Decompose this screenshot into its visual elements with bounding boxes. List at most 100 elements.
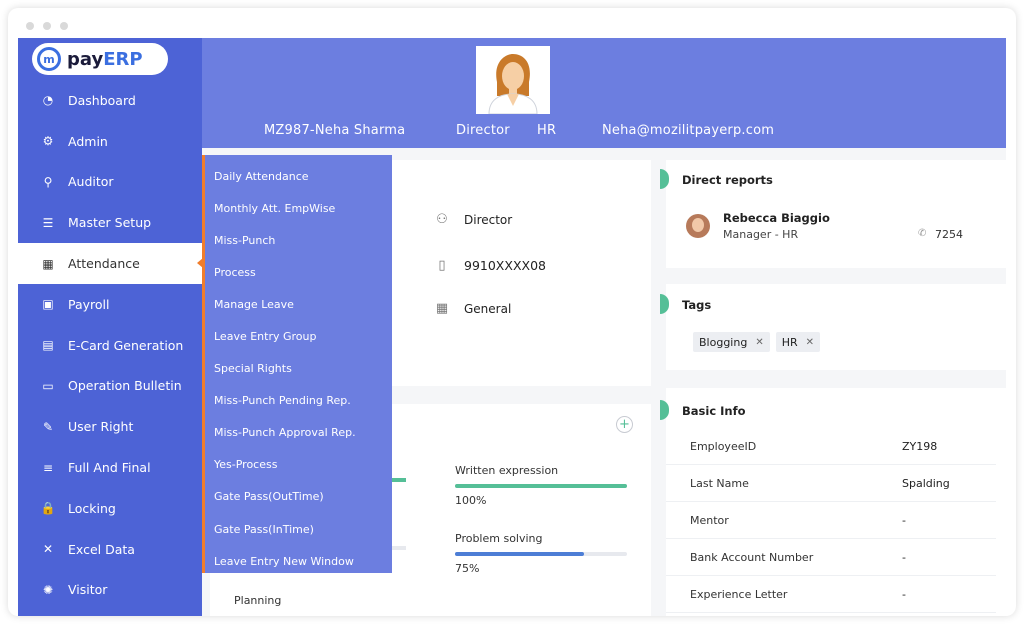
- brand-logo[interactable]: m pay ERP: [32, 43, 168, 75]
- sidebar-item-label: E-Card Generation: [68, 337, 184, 353]
- info-value: ZY198: [902, 439, 938, 453]
- card-accent: [660, 400, 669, 420]
- tag-chip[interactable]: HR ✕: [775, 332, 821, 352]
- id-card-icon: ▤: [42, 338, 54, 353]
- window-dot-minimize[interactable]: [43, 22, 51, 30]
- people-icon: ⚇: [436, 212, 448, 227]
- sidebar-item-dashboard[interactable]: ◔ Dashboard: [18, 80, 202, 121]
- skill-problem-solving: Problem solving 75%: [455, 532, 627, 575]
- sidebar-item-locking[interactable]: 🔒 Locking: [18, 488, 202, 529]
- skill-fill: [455, 552, 584, 556]
- female-avatar-icon: [488, 54, 538, 114]
- skill-planning-label: Planning: [234, 594, 282, 607]
- profile-shift-row: ▦ General: [434, 301, 511, 316]
- sidebar-item-label: Auditor: [68, 174, 114, 190]
- submenu-item-miss-punch[interactable]: Miss-Punch: [205, 224, 392, 256]
- admin-icon: ⚙: [42, 134, 54, 149]
- calendar-icon: ▦: [42, 256, 54, 271]
- sidebar-item-auditor[interactable]: ⚲ Auditor: [18, 162, 202, 203]
- tags-title: Tags: [682, 298, 712, 312]
- profile-header: MZ987-Neha Sharma Director HR Neha@mozil…: [202, 38, 1006, 148]
- sidebar-item-admin[interactable]: ⚙ Admin: [18, 121, 202, 162]
- report-name[interactable]: Rebecca Biaggio: [723, 211, 830, 225]
- add-skill-button[interactable]: +: [616, 416, 633, 433]
- logo-mark-icon: m: [37, 47, 61, 71]
- sidebar-item-excel-data[interactable]: ✕ Excel Data: [18, 529, 202, 570]
- header-email[interactable]: Neha@mozilitpayerp.com: [602, 123, 774, 138]
- sidebar-item-label: Visitor: [68, 582, 108, 598]
- skill-track: [455, 552, 627, 556]
- sidebar-item-label: Full And Final: [68, 460, 151, 476]
- info-label: EmployeeID: [690, 439, 757, 453]
- skill-value: 75%: [455, 562, 480, 575]
- sidebar-item-user-right[interactable]: ✎ User Right: [18, 406, 202, 447]
- sidebar-item-label: Locking: [68, 500, 116, 516]
- sidebar-item-label: Attendance: [68, 256, 140, 272]
- submenu-item-daily-attendance[interactable]: Daily Attendance: [205, 160, 392, 192]
- header-department: HR: [537, 123, 557, 138]
- tag-list: Blogging ✕ HR ✕: [693, 332, 826, 352]
- remove-tag-icon[interactable]: ✕: [806, 337, 814, 348]
- profile-shift: General: [464, 301, 512, 316]
- tags-card: Tags Blogging ✕ HR ✕: [660, 284, 1006, 370]
- sidebar-nav: ◔ Dashboard ⚙ Admin ⚲ Auditor ☰ Master Setup ▦ At…: [18, 80, 203, 611]
- sidebar-item-full-and-final[interactable]: ≡ Full And Final: [18, 447, 202, 488]
- profile-phone: 9910XXXX08: [464, 258, 546, 273]
- submenu-item-leave-entry-new-window[interactable]: Leave Entry New Window: [205, 545, 392, 577]
- sidebar-item-visitor[interactable]: ✺ Visitor: [18, 570, 202, 611]
- info-row: Mentor -: [666, 502, 996, 539]
- submenu-item-process[interactable]: Process: [205, 256, 392, 288]
- direct-reports-card: Direct reports Rebecca Biaggio Manager -…: [660, 160, 1006, 268]
- sidebar-item-label: Master Setup: [68, 215, 152, 231]
- info-row: EmployeeID ZY198: [666, 428, 996, 465]
- skill-fill: [455, 484, 627, 488]
- sidebar-item-payroll[interactable]: ▣ Payroll: [18, 284, 202, 325]
- remove-tag-icon[interactable]: ✕: [755, 337, 763, 348]
- visitor-icon: ✺: [42, 582, 54, 597]
- submenu-item-gate-pass-intime[interactable]: Gate Pass(InTime): [205, 513, 392, 545]
- submenu-item-miss-punch-approval-rep[interactable]: Miss-Punch Approval Rep.: [205, 417, 392, 449]
- submenu-item-yes-process[interactable]: Yes-Process: [205, 449, 392, 481]
- sidebar-item-e-card-generation[interactable]: ▤ E-Card Generation: [18, 325, 202, 366]
- logo-erp-text: ERP: [103, 48, 143, 70]
- basic-info-card: Basic Info EmployeeID ZY198 Last Name Spald…: [660, 388, 1006, 616]
- submenu-item-special-rights[interactable]: Special Rights: [205, 353, 392, 385]
- tag-label: Blogging: [699, 335, 748, 349]
- info-row: Experience Letter -: [666, 576, 996, 613]
- info-value: -: [902, 550, 906, 564]
- sidebar-item-operation-bulletin[interactable]: ▭ Operation Bulletin: [18, 366, 202, 407]
- info-label: Experience Letter: [690, 587, 788, 601]
- tag-chip[interactable]: Blogging ✕: [693, 332, 770, 352]
- sidebar-item-label: Operation Bulletin: [68, 378, 182, 394]
- submenu-item-manage-leave[interactable]: Manage Leave: [205, 288, 392, 320]
- submenu-item-gate-pass-outtime[interactable]: Gate Pass(OutTime): [205, 481, 392, 513]
- skill-label: Written expression: [455, 464, 559, 477]
- attendance-submenu: Daily Attendance Monthly Att. EmpWise Miss…: [202, 155, 392, 573]
- window-dot-maximize[interactable]: [60, 22, 68, 30]
- skill-value: 100%: [455, 494, 487, 507]
- info-row: Bank Account Number -: [666, 539, 996, 576]
- sidebar-item-attendance[interactable]: ▦ Attendance: [18, 243, 203, 284]
- sidebar: m pay ERP ◔ Dashboard ⚙ Admin ⚲ Auditor ☰ Master…: [18, 38, 203, 616]
- info-value: -: [902, 587, 906, 601]
- logo-pay-text: pay: [67, 48, 104, 70]
- submenu-item-leave-entry-group[interactable]: Leave Entry Group: [205, 320, 392, 352]
- report-avatar[interactable]: [686, 214, 710, 238]
- window-controls: [26, 22, 68, 30]
- info-row: Last Name Spalding: [666, 465, 996, 502]
- card-accent: [660, 169, 669, 189]
- user-icon: ⚲: [43, 174, 53, 189]
- sidebar-item-master-setup[interactable]: ☰ Master Setup: [18, 202, 202, 243]
- window-dot-close[interactable]: [26, 22, 34, 30]
- direct-reports-title: Direct reports: [682, 173, 773, 187]
- info-label: Last Name: [690, 476, 749, 490]
- submenu-item-miss-punch-pending-rep[interactable]: Miss-Punch Pending Rep.: [205, 385, 392, 417]
- list-icon: ≡: [42, 460, 54, 475]
- app-body: m pay ERP ◔ Dashboard ⚙ Admin ⚲ Auditor ☰ Master…: [18, 38, 1006, 616]
- sidebar-item-label: Payroll: [68, 296, 110, 312]
- submenu-item-monthly-att-empwise[interactable]: Monthly Att. EmpWise: [205, 192, 392, 224]
- sidebar-item-label: Admin: [68, 133, 108, 149]
- money-icon: ▣: [42, 297, 54, 312]
- user-edit-icon: ✎: [42, 419, 54, 434]
- skill-label: Problem solving: [455, 532, 543, 545]
